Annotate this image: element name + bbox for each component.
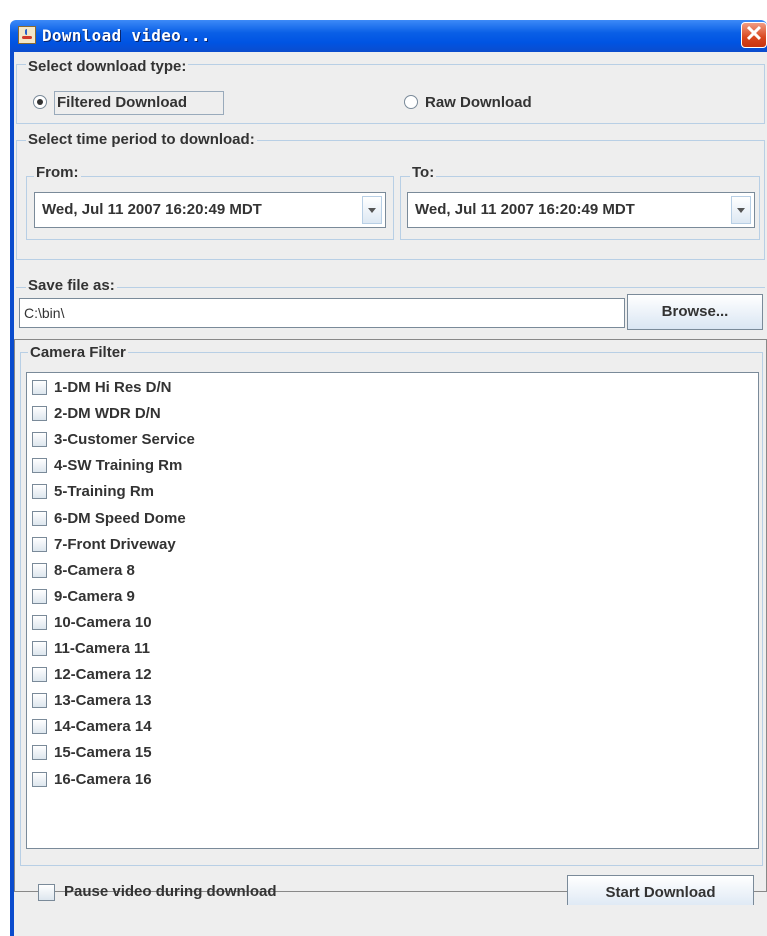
camera-checkbox[interactable] xyxy=(32,614,47,630)
camera-checkbox[interactable] xyxy=(32,510,47,526)
chevron-down-icon[interactable] xyxy=(362,196,382,224)
to-datetime-combo[interactable]: Wed, Jul 11 2007 16:20:49 MDT xyxy=(407,192,755,228)
camera-checkbox[interactable] xyxy=(32,771,47,787)
to-datetime-value: Wed, Jul 11 2007 16:20:49 MDT xyxy=(415,201,635,218)
camera-checkbox[interactable] xyxy=(32,693,47,709)
camera-label[interactable]: 7-Front Driveway xyxy=(54,536,176,554)
download-video-dialog: Download video... ✕ Select download type… xyxy=(0,0,767,936)
time-period-label: Select time period to download: xyxy=(26,131,257,149)
camera-label[interactable]: 9-Camera 9 xyxy=(54,588,135,606)
close-icon: ✕ xyxy=(744,21,764,46)
camera-label[interactable]: 12-Camera 12 xyxy=(54,666,152,684)
camera-checkbox[interactable] xyxy=(32,406,47,422)
camera-checkbox[interactable] xyxy=(32,641,47,656)
camera-checkbox[interactable] xyxy=(32,745,47,761)
camera-label[interactable]: 13-Camera 13 xyxy=(54,692,152,710)
window-title: Download video... xyxy=(42,26,211,45)
camera-checkbox[interactable] xyxy=(32,667,47,683)
camera-label[interactable]: 15-Camera 15 xyxy=(54,744,152,762)
camera-list[interactable]: 1-DM Hi Res D/N 2-DM WDR D/N 3-Customer Se… xyxy=(26,372,759,849)
from-label: From: xyxy=(34,164,81,182)
status-bar xyxy=(14,905,767,936)
camera-label[interactable]: 16-Camera 16 xyxy=(54,771,152,789)
camera-checkbox[interactable] xyxy=(32,484,47,500)
filtered-download-label[interactable]: Filtered Download xyxy=(57,94,187,112)
camera-label[interactable]: 6-DM Speed Dome xyxy=(54,510,186,528)
filtered-download-radio[interactable] xyxy=(33,95,47,109)
camera-label[interactable]: 2-DM WDR D/N xyxy=(54,405,161,423)
chevron-down-icon[interactable] xyxy=(731,196,751,224)
to-label: To: xyxy=(410,164,437,182)
camera-label[interactable]: 11-Camera 11 xyxy=(54,640,150,658)
raw-download-label[interactable]: Raw Download xyxy=(425,94,532,112)
save-file-label: Save file as: xyxy=(26,277,117,295)
save-path-input[interactable]: C:\bin\ xyxy=(19,298,625,328)
camera-checkbox[interactable] xyxy=(32,536,47,552)
from-datetime-value: Wed, Jul 11 2007 16:20:49 MDT xyxy=(42,201,262,218)
camera-checkbox[interactable] xyxy=(32,432,47,448)
browse-button[interactable]: Browse... xyxy=(627,294,763,330)
download-type-label: Select download type: xyxy=(26,58,189,76)
raw-download-radio[interactable] xyxy=(404,95,418,109)
close-button[interactable]: ✕ xyxy=(741,22,767,48)
camera-label[interactable]: 1-DM Hi Res D/N xyxy=(54,379,172,397)
dialog-content: Select download type: Filtered Download … xyxy=(10,52,767,936)
camera-checkbox[interactable] xyxy=(32,458,47,474)
java-cup-icon xyxy=(18,26,36,44)
pause-video-checkbox[interactable] xyxy=(38,884,55,901)
camera-checkbox[interactable] xyxy=(32,562,47,578)
camera-label[interactable]: 4-SW Training Rm xyxy=(54,457,182,475)
camera-label[interactable]: 14-Camera 14 xyxy=(54,718,152,736)
camera-label[interactable]: 5-Training Rm xyxy=(54,483,154,501)
from-datetime-combo[interactable]: Wed, Jul 11 2007 16:20:49 MDT xyxy=(34,192,386,228)
pause-video-label[interactable]: Pause video during download xyxy=(64,883,277,901)
camera-label[interactable]: 8-Camera 8 xyxy=(54,562,135,580)
save-path-value: C:\bin\ xyxy=(24,305,65,321)
camera-filter-label: Camera Filter xyxy=(28,344,128,362)
camera-label[interactable]: 3-Customer Service xyxy=(54,431,195,449)
camera-checkbox[interactable] xyxy=(32,719,47,735)
camera-checkbox[interactable] xyxy=(32,588,47,604)
camera-checkbox[interactable] xyxy=(32,380,47,395)
camera-label[interactable]: 10-Camera 10 xyxy=(54,614,152,632)
title-bar[interactable]: Download video... ✕ xyxy=(10,20,767,52)
